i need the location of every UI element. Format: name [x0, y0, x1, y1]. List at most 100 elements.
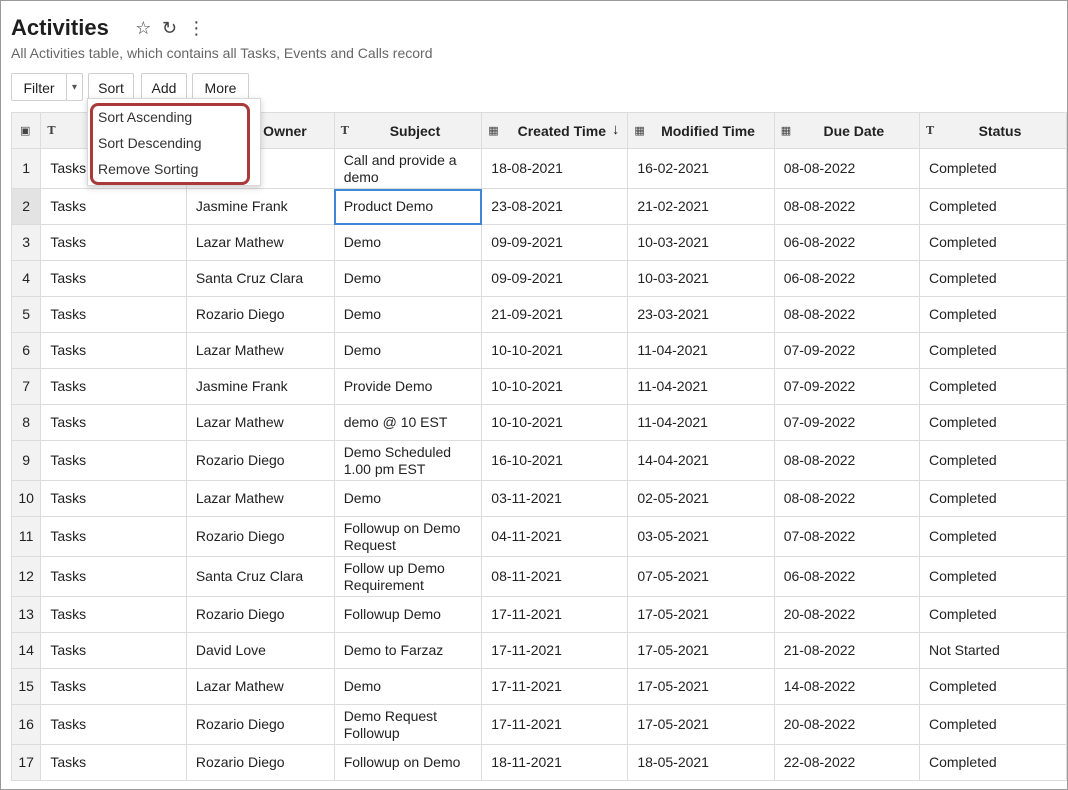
cell-modified[interactable]: 03-05-2021	[627, 516, 775, 557]
cell-created[interactable]: 17-11-2021	[481, 596, 629, 633]
cell-due[interactable]: 20-08-2022	[773, 596, 920, 633]
row-number[interactable]: 10	[11, 480, 42, 517]
row-number[interactable]: 1	[11, 148, 42, 189]
row-number[interactable]: 7	[11, 368, 42, 405]
cell-owner[interactable]: Santa Cruz Clara	[185, 260, 335, 297]
cell-owner[interactable]: Rozario Diego	[185, 296, 335, 333]
cell-type[interactable]: Tasks	[40, 440, 187, 481]
table-row[interactable]: 12 Tasks Santa Cruz Clara Follow up Demo Re…	[11, 556, 1067, 597]
cell-due[interactable]: 20-08-2022	[773, 704, 920, 745]
cell-status[interactable]: Completed	[918, 480, 1067, 517]
cell-owner[interactable]: Rozario Diego	[185, 704, 335, 745]
cell-modified[interactable]: 02-05-2021	[627, 480, 775, 517]
cell-due[interactable]: 08-08-2022	[773, 440, 920, 481]
cell-subject[interactable]: Demo	[333, 260, 483, 297]
table-row[interactable]: 3 Tasks Lazar Mathew Demo 09-09-2021 10-03-20…	[11, 224, 1067, 261]
cell-owner[interactable]: Lazar Mathew	[185, 332, 335, 369]
cell-status[interactable]: Completed	[918, 332, 1067, 369]
cell-type[interactable]: Tasks	[40, 596, 187, 633]
row-number-header[interactable]: ▣	[11, 112, 42, 149]
cell-subject[interactable]: Demo Scheduled 1.00 pm EST	[333, 440, 483, 481]
cell-status[interactable]: Not Started	[918, 632, 1067, 669]
sort-ascending-option[interactable]: Sort Ascending	[98, 109, 192, 125]
cell-modified[interactable]: 21-02-2021	[627, 188, 775, 225]
cell-owner[interactable]: Rozario Diego	[185, 744, 335, 781]
cell-created[interactable]: 17-11-2021	[481, 632, 629, 669]
row-number[interactable]: 4	[11, 260, 42, 297]
cell-created[interactable]: 18-11-2021	[481, 744, 629, 781]
cell-owner[interactable]: Rozario Diego	[185, 516, 335, 557]
cell-owner[interactable]: David Love	[185, 632, 335, 669]
column-header-modified-time[interactable]: ▦ Modified Time	[627, 112, 775, 149]
cell-due[interactable]: 21-08-2022	[773, 632, 920, 669]
cell-due[interactable]: 08-08-2022	[773, 188, 920, 225]
cell-type[interactable]: Tasks	[40, 704, 187, 745]
row-number[interactable]: 15	[11, 668, 42, 705]
cell-due[interactable]: 14-08-2022	[773, 668, 920, 705]
cell-type[interactable]: Tasks	[40, 332, 187, 369]
cell-owner[interactable]: Rozario Diego	[185, 440, 335, 481]
cell-subject[interactable]: Call and provide a demo	[333, 148, 483, 189]
cell-type[interactable]: Tasks	[40, 368, 187, 405]
cell-created[interactable]: 09-09-2021	[481, 260, 629, 297]
kebab-icon[interactable]: ⋮	[187, 18, 205, 39]
cell-subject[interactable]: Provide Demo	[333, 368, 483, 405]
cell-status[interactable]: Completed	[918, 744, 1067, 781]
cell-modified[interactable]: 16-02-2021	[627, 148, 775, 189]
cell-created[interactable]: 16-10-2021	[481, 440, 629, 481]
row-number[interactable]: 17	[11, 744, 42, 781]
column-header-subject[interactable]: T Subject	[333, 112, 483, 149]
cell-type[interactable]: Tasks	[40, 632, 187, 669]
cell-status[interactable]: Completed	[918, 224, 1067, 261]
cell-owner[interactable]: Jasmine Frank	[185, 188, 335, 225]
table-row[interactable]: 5 Tasks Rozario Diego Demo 21-09-2021 23-03-2…	[11, 296, 1067, 333]
row-number[interactable]: 6	[11, 332, 42, 369]
table-row[interactable]: 4 Tasks Santa Cruz Clara Demo 09-09-2021 10-0…	[11, 260, 1067, 297]
column-header-status[interactable]: T Status	[918, 112, 1067, 149]
cell-created[interactable]: 03-11-2021	[481, 480, 629, 517]
cell-subject[interactable]: Demo	[333, 480, 483, 517]
table-row[interactable]: 14 Tasks David Love Demo to Farzaz 17-11-202…	[11, 632, 1067, 669]
cell-modified[interactable]: 10-03-2021	[627, 224, 775, 261]
cell-status[interactable]: Completed	[918, 704, 1067, 745]
cell-status[interactable]: Completed	[918, 148, 1067, 189]
cell-modified[interactable]: 11-04-2021	[627, 404, 775, 441]
cell-status[interactable]: Completed	[918, 404, 1067, 441]
sort-descending-icon[interactable]: ↓	[612, 121, 620, 138]
row-number[interactable]: 8	[11, 404, 42, 441]
cell-created[interactable]: 08-11-2021	[481, 556, 629, 597]
table-row[interactable]: 7 Tasks Jasmine Frank Provide Demo 10-10-202…	[11, 368, 1067, 405]
cell-status[interactable]: Completed	[918, 296, 1067, 333]
cell-subject[interactable]: Demo	[333, 296, 483, 333]
row-number[interactable]: 5	[11, 296, 42, 333]
cell-created[interactable]: 10-10-2021	[481, 368, 629, 405]
cell-status[interactable]: Completed	[918, 188, 1067, 225]
table-row[interactable]: 13 Tasks Rozario Diego Followup Demo 17-11-2…	[11, 596, 1067, 633]
table-row[interactable]: 11 Tasks Rozario Diego Followup on Demo Req…	[11, 516, 1067, 557]
cell-modified[interactable]: 23-03-2021	[627, 296, 775, 333]
cell-modified[interactable]: 17-05-2021	[627, 596, 775, 633]
sort-button[interactable]: Sort	[88, 73, 134, 101]
row-number[interactable]: 11	[11, 516, 42, 557]
cell-owner[interactable]: Jasmine Frank	[185, 368, 335, 405]
cell-type[interactable]: Tasks	[40, 480, 187, 517]
cell-status[interactable]: Completed	[918, 368, 1067, 405]
cell-due[interactable]: 08-08-2022	[773, 148, 920, 189]
cell-status[interactable]: Completed	[918, 556, 1067, 597]
row-number[interactable]: 16	[11, 704, 42, 745]
cell-type[interactable]: Tasks	[40, 224, 187, 261]
cell-modified[interactable]: 17-05-2021	[627, 704, 775, 745]
cell-subject[interactable]: Demo	[333, 332, 483, 369]
table-settings-icon[interactable]: ▣	[20, 124, 30, 137]
cell-created[interactable]: 09-09-2021	[481, 224, 629, 261]
cell-created[interactable]: 04-11-2021	[481, 516, 629, 557]
cell-owner[interactable]: Santa Cruz Clara	[185, 556, 335, 597]
cell-status[interactable]: Completed	[918, 596, 1067, 633]
cell-status[interactable]: Completed	[918, 260, 1067, 297]
cell-type[interactable]: Tasks	[40, 260, 187, 297]
refresh-icon[interactable]: ↻	[162, 18, 177, 39]
cell-subject[interactable]: Follow up Demo Requirement	[333, 556, 483, 597]
filter-button[interactable]: Filter	[11, 73, 67, 101]
column-header-created-time[interactable]: ▦ Created Time ↓	[481, 112, 629, 149]
cell-due[interactable]: 06-08-2022	[773, 556, 920, 597]
